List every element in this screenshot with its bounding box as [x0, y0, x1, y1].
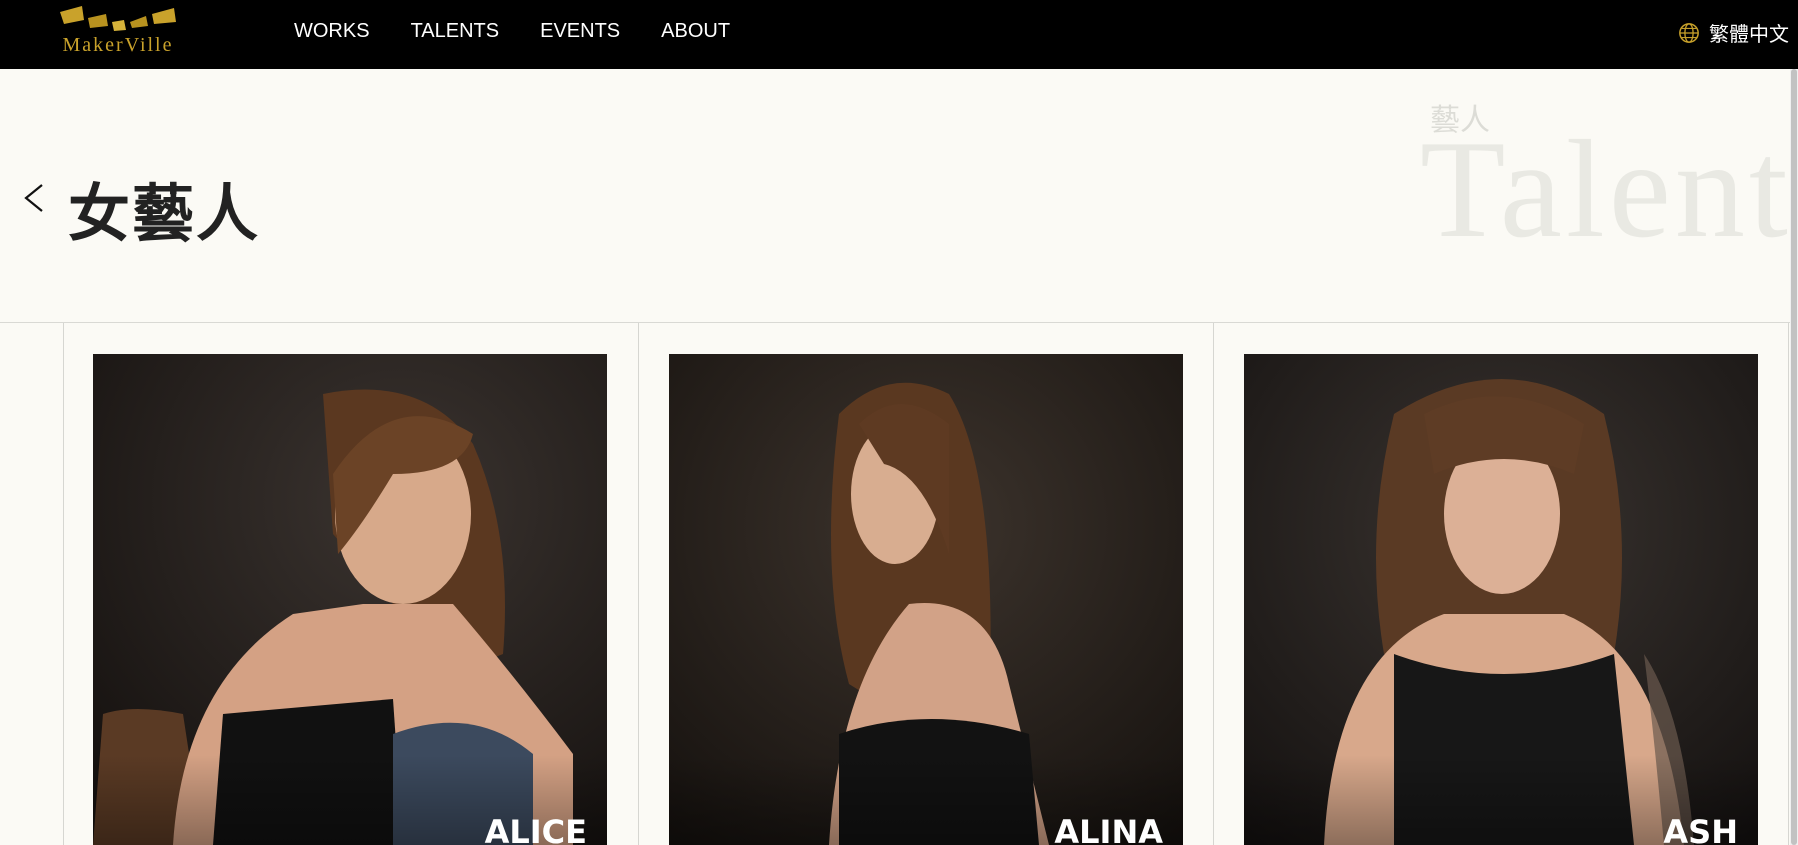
page-scrollbar[interactable]	[1790, 69, 1798, 845]
main-nav: WORKS TALENTS EVENTS ABOUT	[294, 0, 771, 62]
logo-wordmark: MakerVille	[62, 34, 174, 56]
makerville-logo[interactable]: MakerVille	[30, 4, 206, 60]
logo-mark-icon	[60, 6, 176, 31]
talent-card-alice[interactable]: ALICE	[93, 354, 607, 845]
grid-divider	[638, 323, 639, 845]
chevron-left-icon[interactable]	[22, 181, 46, 215]
talent-name: ALICE	[484, 813, 587, 845]
page-hero: 藝人 Talents 女藝人	[0, 69, 1798, 323]
grid-divider	[1213, 323, 1214, 845]
language-label: 繁體中文	[1709, 24, 1789, 46]
grid-divider	[1788, 323, 1789, 845]
grid-divider	[63, 323, 64, 845]
nav-events[interactable]: EVENTS	[540, 20, 620, 43]
talent-name: ASH	[1663, 813, 1738, 845]
background-watermark-word: Talents	[1420, 112, 1798, 267]
nav-talents[interactable]: TALENTS	[411, 20, 500, 43]
talent-grid: ALICE ALINA ASH	[0, 323, 1798, 845]
talent-card-alina[interactable]: ALINA	[669, 354, 1183, 845]
scrollbar-thumb[interactable]	[1791, 69, 1797, 845]
top-navigation-bar: MakerVille WORKS TALENTS EVENTS ABOUT 繁體…	[0, 0, 1798, 69]
globe-icon	[1679, 22, 1699, 43]
nav-works[interactable]: WORKS	[294, 20, 370, 43]
nav-about[interactable]: ABOUT	[661, 20, 730, 43]
talent-card-ash[interactable]: ASH	[1244, 354, 1758, 845]
language-switcher[interactable]: 繁體中文	[1678, 18, 1789, 47]
talent-name: ALINA	[1054, 813, 1163, 845]
page-title: 女藝人	[68, 177, 261, 250]
